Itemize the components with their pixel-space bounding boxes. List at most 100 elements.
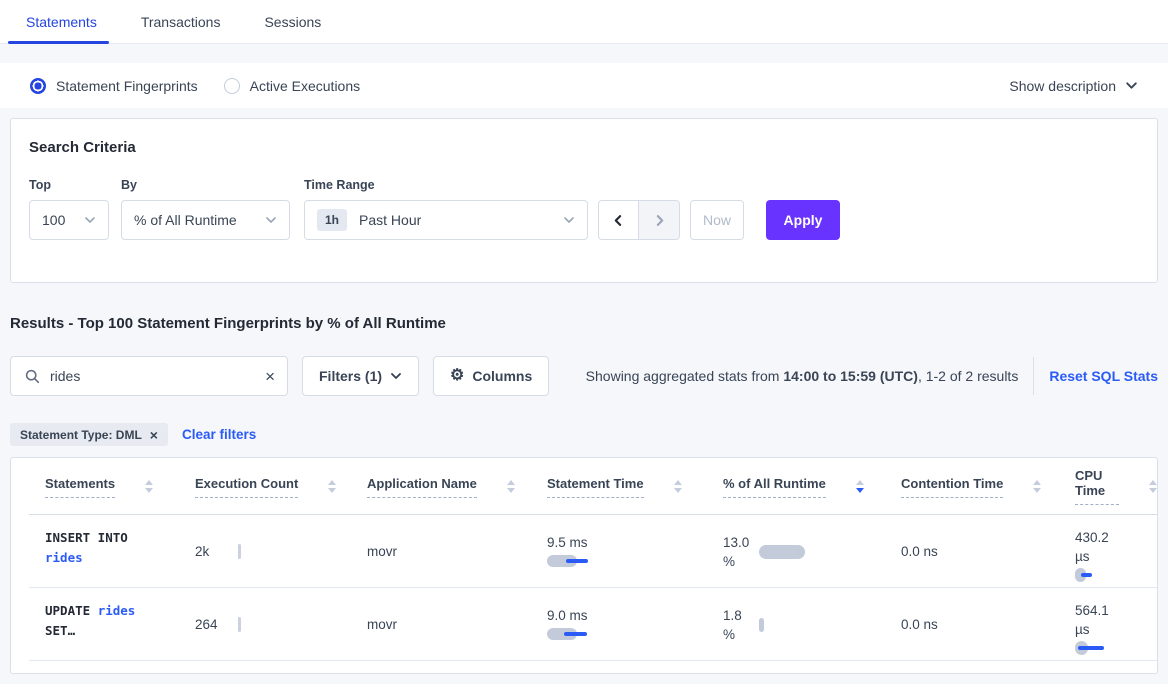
- runtime-pct-cell: 13.0 %: [713, 515, 891, 588]
- clear-search-icon[interactable]: ×: [265, 368, 275, 385]
- sort-icon-active-desc[interactable]: [856, 480, 864, 493]
- sort-icon[interactable]: [1033, 480, 1041, 493]
- show-description-toggle[interactable]: Show description: [1009, 78, 1138, 94]
- search-box[interactable]: ×: [10, 356, 288, 396]
- top-label: Top: [29, 178, 109, 192]
- tab-statements[interactable]: Statements: [26, 0, 97, 44]
- radio-statement-fingerprints[interactable]: Statement Fingerprints: [30, 78, 198, 94]
- time-range-value: Past Hour: [359, 212, 421, 228]
- vertical-divider: [1033, 357, 1034, 395]
- by-select-value: % of All Runtime: [134, 212, 237, 228]
- filters-button-label: Filters (1): [319, 368, 382, 384]
- time-range-label: Time Range: [304, 178, 588, 192]
- time-range-select[interactable]: 1h Past Hour: [304, 200, 588, 240]
- sort-icon[interactable]: [145, 480, 153, 493]
- clear-filters-link[interactable]: Clear filters: [182, 427, 256, 442]
- contention-time-cell: 0.0 ns: [891, 515, 1065, 588]
- columns-button-label: Columns: [472, 368, 532, 384]
- header-cpu-time[interactable]: CPU Time: [1065, 458, 1157, 515]
- radio-unselected-icon[interactable]: [224, 78, 240, 94]
- tab-sessions[interactable]: Sessions: [264, 0, 321, 44]
- radio-selected-icon[interactable]: [30, 78, 46, 94]
- filter-chip-statement-type[interactable]: Statement Type: DML ×: [10, 423, 168, 446]
- header-contention-time[interactable]: Contention Time: [891, 458, 1065, 515]
- radio-label: Statement Fingerprints: [56, 78, 198, 94]
- top-field: Top 100: [29, 178, 109, 240]
- search-criteria-panel: Search Criteria Top 100 By % of All Runt…: [10, 118, 1158, 283]
- sort-icon[interactable]: [328, 480, 336, 493]
- statement-fingerprint-link[interactable]: INSERT INTO rides: [11, 515, 185, 588]
- previous-time-window-button[interactable]: [599, 201, 639, 239]
- top-select-value: 100: [42, 212, 65, 228]
- stats-time-range: 14:00 to 15:59 (UTC): [783, 368, 918, 384]
- filters-button[interactable]: Filters (1): [302, 356, 419, 396]
- table-header-row: Statements Execution Count Application N…: [11, 458, 1157, 515]
- runtime-pct-bar: [759, 545, 805, 559]
- results-heading: Results - Top 100 Statement Fingerprints…: [10, 315, 1158, 332]
- time-range-badge: 1h: [317, 209, 347, 231]
- application-name-cell: movr: [357, 588, 537, 661]
- header-execution-count[interactable]: Execution Count: [185, 458, 357, 515]
- execution-count-bar: [238, 544, 241, 559]
- chevron-down-icon: [1125, 79, 1138, 92]
- search-input[interactable]: [50, 368, 265, 384]
- statements-table: Statements Execution Count Application N…: [10, 457, 1158, 674]
- top-select[interactable]: 100: [29, 200, 109, 240]
- statement-time-bar: [547, 554, 607, 568]
- by-label: By: [121, 178, 290, 192]
- tab-transactions[interactable]: Transactions: [141, 0, 221, 44]
- header-pct-all-runtime[interactable]: % of All Runtime: [713, 458, 891, 515]
- chevron-left-icon: [612, 214, 625, 227]
- time-range-field: Time Range 1h Past Hour: [304, 178, 588, 240]
- cpu-time-cell: 564.1 µs: [1065, 588, 1157, 661]
- radio-active-executions[interactable]: Active Executions: [224, 78, 361, 94]
- header-statements[interactable]: Statements: [11, 458, 185, 515]
- next-time-window-button[interactable]: [639, 201, 679, 239]
- table-row: INSERT INTO rides 2k movr 9.5 ms 13.0 %: [11, 515, 1157, 588]
- columns-button[interactable]: ⚙ Columns: [433, 356, 549, 396]
- search-criteria-form: Top 100 By % of All Runtime Time Range 1…: [29, 178, 1139, 240]
- aggregated-stats-text: Showing aggregated stats from 14:00 to 1…: [586, 368, 1019, 384]
- sort-icon[interactable]: [507, 480, 515, 493]
- statement-time-bar: [547, 627, 607, 641]
- chevron-right-icon: [653, 214, 666, 227]
- statement-fingerprint-link[interactable]: UPDATE rides SET…: [11, 588, 185, 661]
- top-tab-bar: Statements Transactions Sessions: [0, 0, 1168, 44]
- chevron-down-icon: [84, 214, 96, 226]
- by-field: By % of All Runtime: [121, 178, 290, 240]
- statement-time-cell: 9.0 ms: [537, 588, 713, 661]
- execution-count-cell: 2k: [185, 515, 357, 588]
- chevron-down-icon: [265, 214, 277, 226]
- show-description-label: Show description: [1009, 78, 1116, 94]
- search-icon: [25, 369, 40, 384]
- cpu-time-bar: [1075, 568, 1125, 582]
- gear-icon: ⚙: [450, 368, 464, 384]
- by-select[interactable]: % of All Runtime: [121, 200, 290, 240]
- cpu-time-bar: [1075, 641, 1125, 655]
- runtime-pct-cell: 1.8 %: [713, 588, 891, 661]
- apply-button[interactable]: Apply: [766, 200, 840, 240]
- execution-count-cell: 264: [185, 588, 357, 661]
- active-filters-row: Statement Type: DML × Clear filters: [10, 423, 1158, 446]
- application-name-cell: movr: [357, 515, 537, 588]
- runtime-pct-bar: [759, 618, 764, 632]
- search-criteria-title: Search Criteria: [29, 139, 1139, 156]
- chevron-down-icon: [390, 370, 402, 382]
- remove-filter-icon[interactable]: ×: [150, 427, 158, 443]
- contention-time-cell: 0.0 ns: [891, 588, 1065, 661]
- stats-area: Showing aggregated stats from 14:00 to 1…: [586, 357, 1158, 395]
- now-button[interactable]: Now: [690, 200, 744, 240]
- sort-icon[interactable]: [1149, 480, 1157, 493]
- table-row: UPDATE rides SET… 264 movr 9.0 ms 1.8 %: [11, 588, 1157, 661]
- header-statement-time[interactable]: Statement Time: [537, 458, 713, 515]
- execution-count-bar: [238, 617, 241, 632]
- reset-sql-stats-link[interactable]: Reset SQL Stats: [1049, 368, 1158, 384]
- radio-label: Active Executions: [250, 78, 361, 94]
- time-window-stepper: [598, 200, 680, 240]
- sort-icon[interactable]: [674, 480, 682, 493]
- chevron-down-icon: [563, 214, 575, 226]
- view-mode-bar: Statement Fingerprints Active Executions…: [0, 63, 1168, 108]
- statement-time-cell: 9.5 ms: [537, 515, 713, 588]
- cpu-time-cell: 430.2 µs: [1065, 515, 1157, 588]
- header-application-name[interactable]: Application Name: [357, 458, 537, 515]
